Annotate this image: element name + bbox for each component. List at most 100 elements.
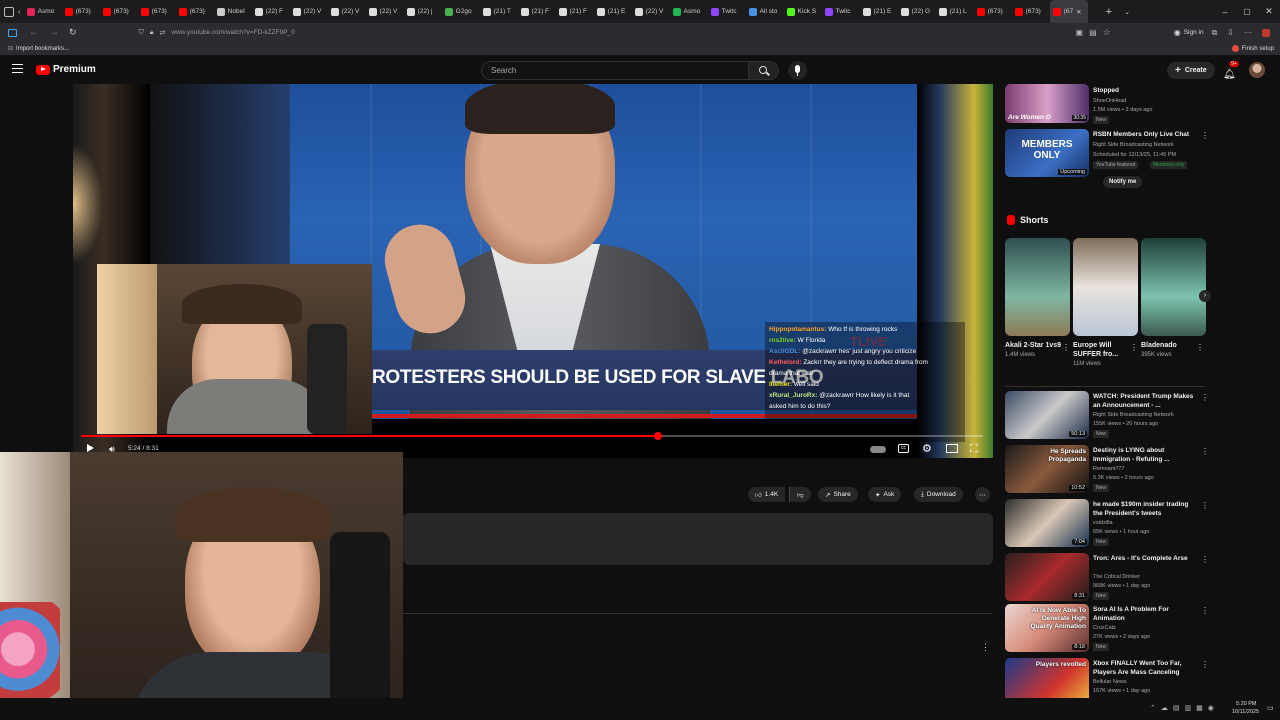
- progress-scrubber[interactable]: [654, 432, 662, 440]
- bookmark-star-icon[interactable]: ☆: [1103, 27, 1111, 38]
- sidebar-panel-icon[interactable]: [8, 28, 17, 37]
- browser-tab[interactable]: (22) F: [252, 0, 290, 23]
- subtitles-icon[interactable]: cc: [898, 444, 909, 453]
- sidebar-video-item[interactable]: 7:04 he made $190m insider trading the Pr…: [1005, 499, 1210, 551]
- more-options-icon[interactable]: ⋮: [1201, 606, 1209, 615]
- notifications-button[interactable]: 🔔︎ 9+: [1223, 61, 1239, 82]
- browser-tab[interactable]: (22) V: [632, 0, 670, 23]
- short-item[interactable]: Bladenado 395K views: [1141, 238, 1206, 358]
- browser-tab[interactable]: All sto: [746, 0, 784, 23]
- sidebar-video-item[interactable]: 8:31 Tron: Ares - It's Complete Arse ⋮ The …: [1005, 553, 1210, 605]
- browser-tab[interactable]: (22) V: [290, 0, 328, 23]
- more-options-icon[interactable]: ⋮: [1201, 393, 1209, 402]
- browser-tab[interactable]: (673): [1012, 0, 1050, 23]
- maximize-button[interactable]: ▢: [1236, 7, 1258, 16]
- browser-tab[interactable]: Nobel: [214, 0, 252, 23]
- extension-icon[interactable]: ▣: [1076, 28, 1084, 37]
- youtube-logo[interactable]: Premium: [36, 64, 96, 75]
- screenshot-icon[interactable]: ▤: [1089, 28, 1097, 37]
- autoplay-toggle[interactable]: [870, 446, 886, 453]
- browser-tab[interactable]: (21) T: [480, 0, 518, 23]
- address-bar[interactable]: ⛉ 🔒︎ ⇄ www.youtube.com/watch?v=FD-kZZF9P…: [139, 29, 295, 37]
- sidebar-members-live[interactable]: MEMBERS ONLY Upcoming RSBN Members Only …: [1005, 129, 1210, 191]
- sidebar-video-item[interactable]: He Spreads Propaganda 10:52 Destiny is LYI…: [1005, 445, 1210, 497]
- user-avatar[interactable]: [1249, 62, 1265, 78]
- more-options-icon[interactable]: ⋮: [1201, 660, 1209, 669]
- notify-me-button[interactable]: Notify me: [1103, 176, 1143, 188]
- ask-button[interactable]: ✦ Ask: [868, 487, 902, 502]
- more-options-icon[interactable]: ⋮: [1201, 447, 1209, 456]
- forward-icon[interactable]: →: [49, 27, 59, 38]
- browser-tab[interactable]: (21) F: [556, 0, 594, 23]
- browser-tab[interactable]: (673): [62, 0, 100, 23]
- download-button[interactable]: ⤓ Download: [914, 487, 963, 502]
- theater-mode-icon[interactable]: [946, 444, 958, 453]
- short-item[interactable]: Akali 2-Star 1vs9 1.4M views: [1005, 238, 1070, 358]
- play-button[interactable]: [87, 444, 94, 452]
- short-item[interactable]: Europe Will SUFFER fro... 11M views: [1073, 238, 1138, 367]
- browser-tab[interactable]: Kick S: [784, 0, 822, 23]
- sidebar-video-partial[interactable]: Are Women O 30:35 Stopped ShoeOnHead 1.5…: [1005, 84, 1210, 128]
- short-kebab-icon[interactable]: ⋮: [1130, 343, 1138, 352]
- browser-tab[interactable]: Asmo: [670, 0, 708, 23]
- short-kebab-icon[interactable]: ⋮: [1062, 343, 1070, 352]
- url-text[interactable]: www.youtube.com/watch?v=FD-kZZF9P_0: [171, 29, 294, 36]
- close-window-button[interactable]: ✕: [1258, 6, 1280, 17]
- shorts-next-button[interactable]: ›: [1199, 290, 1211, 302]
- hamburger-menu-icon[interactable]: [12, 64, 23, 73]
- more-options-icon[interactable]: ⋮: [1201, 131, 1209, 140]
- comments-kebab-icon[interactable]: ⋮: [981, 642, 990, 653]
- sidebar-video-item[interactable]: 50:13 WATCH: President Trump Makes an Ann…: [1005, 391, 1210, 443]
- like-button[interactable]: 👍︎ 1.4K: [748, 487, 786, 502]
- minimize-button[interactable]: –: [1214, 7, 1236, 17]
- more-options-icon[interactable]: ⋮: [1201, 555, 1209, 564]
- short-kebab-icon[interactable]: ⋮: [1196, 343, 1204, 352]
- browser-tab[interactable]: (673): [176, 0, 214, 23]
- sign-in-button[interactable]: ◉ Sign in: [1174, 28, 1204, 37]
- finish-setup-link[interactable]: Finish setup: [1242, 46, 1274, 52]
- browser-tab[interactable]: (673): [138, 0, 176, 23]
- browser-tab[interactable]: (22) V: [328, 0, 366, 23]
- sidebar-toggle-icon[interactable]: [4, 6, 14, 17]
- voice-search-button[interactable]: [788, 61, 807, 80]
- browser-tab[interactable]: (673): [100, 0, 138, 23]
- back-icon[interactable]: ←: [29, 27, 39, 38]
- browser-tab[interactable]: (673): [974, 0, 1012, 23]
- notification-center-icon[interactable]: ▭: [1267, 704, 1274, 712]
- tab-dropdown-icon[interactable]: ⌄: [1124, 8, 1130, 16]
- fullscreen-icon[interactable]: ⛶: [970, 443, 978, 456]
- create-button[interactable]: + Create: [1167, 62, 1215, 79]
- dislike-button[interactable]: 👎︎: [789, 487, 811, 502]
- browser-tab[interactable]: (67 ✕: [1049, 0, 1088, 23]
- browser-tab[interactable]: (22) V: [366, 0, 404, 23]
- search-input[interactable]: Search: [481, 61, 749, 80]
- close-tab-icon[interactable]: ✕: [1076, 8, 1081, 16]
- browser-tab[interactable]: (22) G: [898, 0, 936, 23]
- browser-tab[interactable]: Twitc: [822, 0, 860, 23]
- extensions-puzzle-icon[interactable]: ⧉: [1212, 28, 1218, 38]
- browser-tab[interactable]: (21) L: [936, 0, 974, 23]
- browser-tab[interactable]: Asmo: [24, 0, 62, 23]
- menu-dots-icon[interactable]: ⋯: [1244, 28, 1252, 37]
- share-button[interactable]: ↗ Share: [818, 487, 858, 502]
- browser-tab[interactable]: (21) E: [860, 0, 898, 23]
- description-box[interactable]: [403, 513, 993, 565]
- browser-tab[interactable]: (21) E: [594, 0, 632, 23]
- settings-gear-icon[interactable]: ⚙: [922, 442, 932, 455]
- search-button[interactable]: [749, 61, 779, 80]
- channel-name: Remnant777: [1093, 466, 1125, 472]
- profile-icon[interactable]: [1262, 28, 1270, 37]
- sidebar-video-item[interactable]: AI Is Now Able To Generate High Quality …: [1005, 604, 1210, 656]
- browser-tab[interactable]: G2go: [442, 0, 480, 23]
- reload-icon[interactable]: ↻: [69, 27, 77, 38]
- new-tab-button[interactable]: +: [1106, 6, 1112, 18]
- video-player[interactable]: ROTESTERS SHOULD BE USED FOR SLAVE LABO …: [73, 84, 993, 458]
- downloads-icon[interactable]: ⇩: [1227, 28, 1234, 37]
- more-options-icon[interactable]: ⋮: [1201, 501, 1209, 510]
- browser-tab[interactable]: Twitc: [708, 0, 746, 23]
- import-bookmarks-link[interactable]: Import bookmarks...: [16, 46, 69, 52]
- browser-tab[interactable]: (21) F: [518, 0, 556, 23]
- browser-tab[interactable]: (22) j: [404, 0, 442, 23]
- tab-scroll-left-icon[interactable]: ‹: [18, 7, 21, 16]
- more-actions-button[interactable]: ⋯: [975, 487, 990, 502]
